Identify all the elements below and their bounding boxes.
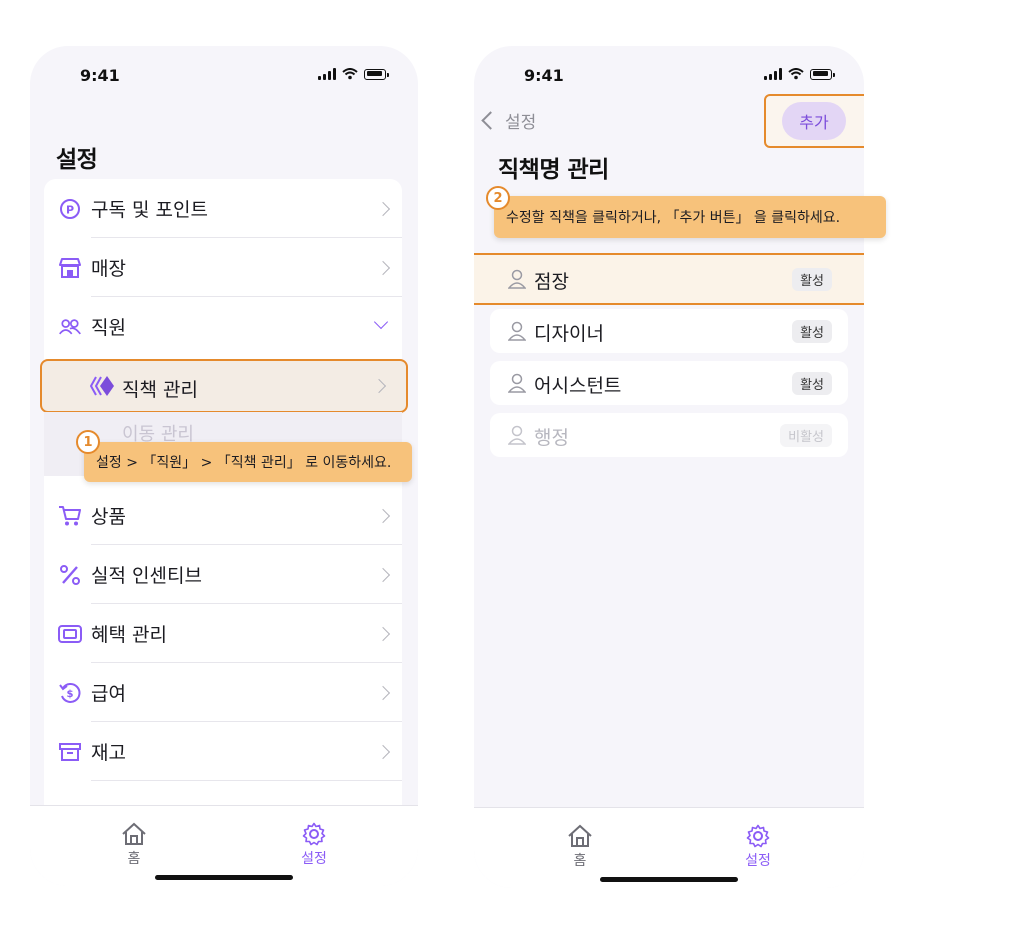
chevron-right-icon — [371, 378, 387, 394]
person-icon — [508, 321, 526, 341]
box-icon — [58, 740, 82, 764]
chevron-right-icon — [375, 744, 391, 759]
status-icons — [764, 68, 835, 80]
wifi-icon — [788, 68, 804, 80]
page-title: 직책명 관리 — [498, 157, 609, 183]
menu-item-label: 매장 — [91, 258, 126, 280]
back-label: 설정 — [505, 113, 537, 133]
add-button[interactable]: 추가 — [782, 102, 846, 140]
gear-icon — [746, 824, 770, 848]
diamond-icon — [89, 375, 116, 401]
role-name: 어시스턴트 — [534, 375, 622, 397]
chevron-right-icon — [375, 567, 391, 582]
menu-item-label: 급여 — [91, 683, 126, 705]
point-coin-icon: P — [58, 197, 82, 221]
role-name: 디자이너 — [534, 323, 604, 345]
role-row[interactable]: 행정 비활성 — [490, 413, 848, 457]
status-time: 9:41 — [524, 66, 564, 85]
signal-icon — [318, 68, 336, 80]
menu-item-label: 혜택 관리 — [91, 624, 167, 646]
status-icons — [318, 68, 389, 80]
status-badge: 활성 — [792, 320, 832, 343]
store-icon — [58, 256, 82, 280]
role-name: 행정 — [534, 427, 569, 449]
step-badge-2: 2 — [486, 186, 510, 210]
tab-bar: 홈 설정 — [30, 805, 418, 886]
chevron-right-icon — [375, 201, 391, 216]
tab-label: 설정 — [301, 851, 327, 867]
tab-settings[interactable]: 설정 — [284, 822, 344, 868]
back-button[interactable]: 설정 — [481, 108, 537, 133]
add-button-highlight: 추가 — [764, 94, 864, 148]
tab-bar: 홈 설정 — [474, 807, 864, 888]
menu-item-products[interactable]: 상품 — [44, 486, 402, 545]
svg-text:$: $ — [67, 689, 74, 700]
menu-item-label: 구독 및 포인트 — [91, 199, 208, 221]
tab-label: 설정 — [745, 853, 771, 869]
gear-icon — [302, 822, 326, 846]
tab-label: 홈 — [127, 851, 141, 867]
menu-item-payroll[interactable]: $ 급여 — [44, 663, 402, 722]
battery-icon — [810, 68, 835, 80]
menu-item-label: 직원 — [91, 317, 126, 339]
status-badge: 비활성 — [780, 424, 832, 447]
tooltip-step-1: 설정 > 「직원」 > 「직책 관리」 로 이동하세요. — [84, 442, 412, 482]
menu-item-label: 재고 — [91, 742, 126, 764]
menu-item-label: 상품 — [91, 506, 126, 528]
chevron-right-icon — [375, 260, 391, 275]
home-indicator — [155, 875, 293, 880]
chevron-right-icon — [375, 508, 391, 523]
menu-item-subscription[interactable]: P 구독 및 포인트 — [44, 179, 402, 238]
status-time: 9:41 — [80, 66, 120, 85]
status-badge: 활성 — [792, 372, 832, 395]
menu-item-incentive[interactable]: 실적 인센티브 — [44, 545, 402, 604]
chevron-right-icon — [375, 685, 391, 700]
home-icon — [122, 822, 146, 845]
sub-item-role-management[interactable]: 직책 관리 — [40, 359, 408, 413]
menu-item-store[interactable]: 매장 — [44, 238, 402, 297]
person-icon — [508, 373, 526, 393]
status-badge: 활성 — [792, 268, 832, 291]
home-icon — [568, 824, 592, 847]
sub-item-label: 직책 관리 — [122, 379, 198, 401]
tooltip-text: 설정 > 「직원」 > 「직책 관리」 로 이동하세요. — [96, 455, 392, 471]
svg-text:P: P — [66, 203, 74, 216]
tooltip-text: 수정할 직책을 클릭하거나, 「추가 버튼」 을 클릭하세요. — [506, 210, 841, 226]
tab-label: 홈 — [573, 853, 587, 869]
tab-home[interactable]: 홈 — [104, 822, 164, 868]
page-title: 설정 — [56, 147, 98, 173]
wifi-icon — [342, 68, 358, 80]
tab-home[interactable]: 홈 — [550, 824, 610, 870]
role-row[interactable]: 어시스턴트 활성 — [490, 361, 848, 405]
cart-icon — [58, 504, 82, 528]
people-icon — [58, 315, 82, 339]
chevron-right-icon — [375, 626, 391, 641]
percent-icon — [58, 563, 82, 587]
pay-icon: $ — [58, 681, 82, 705]
role-row[interactable]: 점장 활성 — [490, 257, 848, 301]
home-indicator — [600, 877, 738, 882]
tab-settings[interactable]: 설정 — [728, 824, 788, 870]
chevron-left-icon — [481, 111, 500, 130]
ticket-icon — [58, 622, 82, 646]
menu-item-staff[interactable]: 직원 — [44, 297, 402, 356]
step-badge-1: 1 — [76, 430, 100, 454]
menu-item-label: 실적 인센티브 — [91, 565, 202, 587]
divider — [91, 780, 402, 781]
menu-item-benefits[interactable]: 혜택 관리 — [44, 604, 402, 663]
person-icon — [508, 425, 526, 445]
role-name: 점장 — [534, 271, 569, 293]
chevron-down-icon — [373, 314, 389, 330]
phone-screen-role-management: 9:41 설정 추가 직책명 관리 점장 활성 디자이너 활성 어시스턴트 활성… — [474, 46, 864, 888]
battery-icon — [364, 68, 389, 80]
role-row[interactable]: 디자이너 활성 — [490, 309, 848, 353]
menu-item-inventory[interactable]: 재고 — [44, 722, 402, 781]
tooltip-step-2: 수정할 직책을 클릭하거나, 「추가 버튼」 을 클릭하세요. — [494, 196, 886, 238]
signal-icon — [764, 68, 782, 80]
person-icon — [508, 269, 526, 289]
